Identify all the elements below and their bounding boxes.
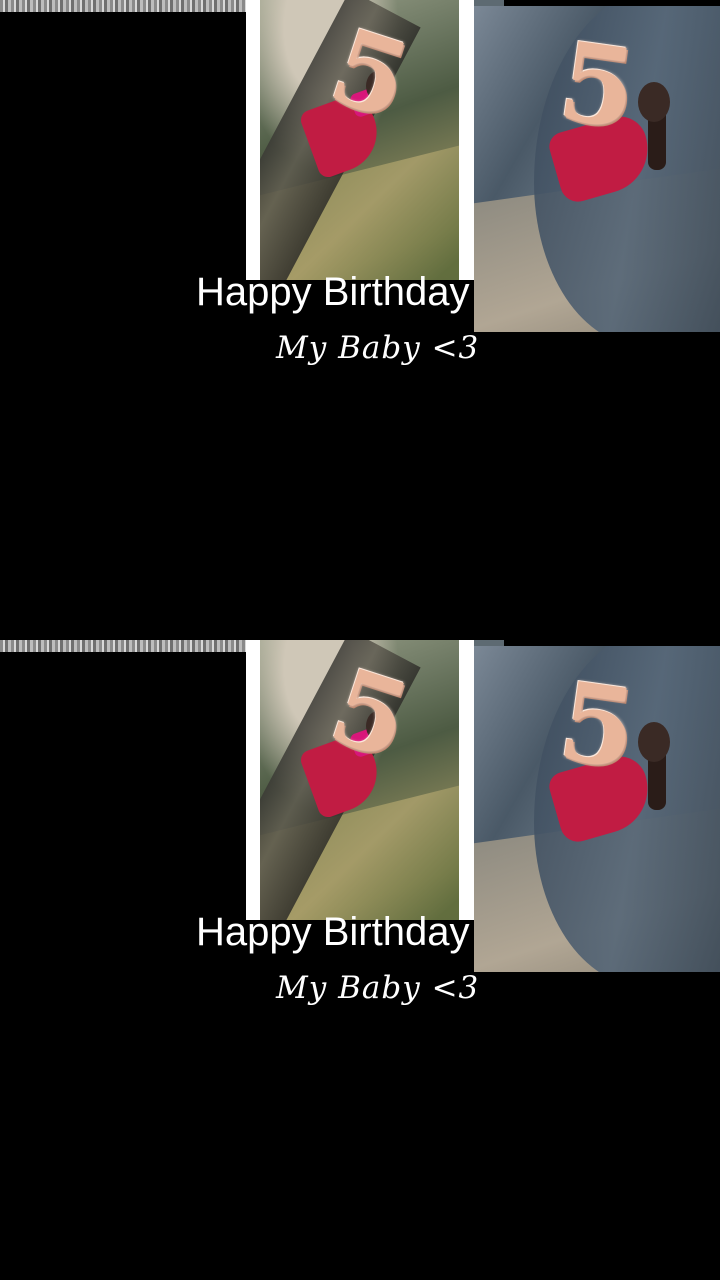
photo-image: 5: [260, 0, 459, 280]
texture-strip: [0, 640, 246, 652]
video-frame-bottom: 5 5 Happy Birthday My Baby <3: [0, 640, 720, 1280]
photo-bordered-portrait: 5: [246, 640, 474, 920]
photo-image: 5: [260, 640, 459, 920]
photo-bordered-portrait: 5: [246, 0, 474, 280]
balloon-number: 5: [551, 658, 644, 794]
greeting-title: Happy Birthday: [196, 270, 470, 314]
balloon-number: 5: [551, 18, 644, 154]
greeting-subtitle: My Baby <3: [276, 330, 480, 366]
greeting-subtitle: My Baby <3: [276, 970, 480, 1006]
texture-strip: [0, 0, 246, 12]
greeting-title: Happy Birthday: [196, 910, 470, 954]
video-frame-top: 5 5 Happy Birthday My Baby <3: [0, 0, 720, 640]
